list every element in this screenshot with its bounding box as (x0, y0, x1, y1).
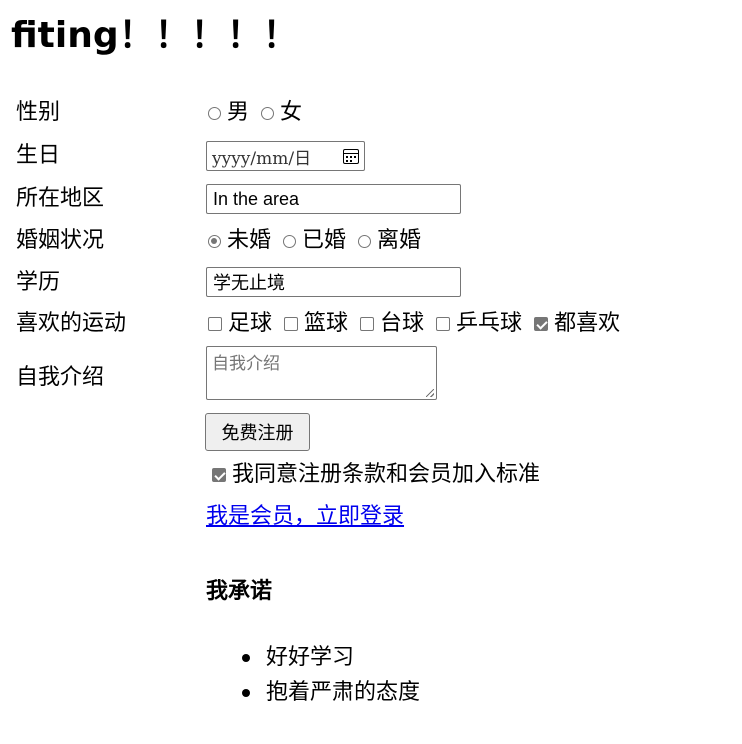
checkbox-icon[interactable] (360, 317, 375, 331)
radio-icon[interactable] (358, 234, 372, 248)
birthday-date-input[interactable]: yyyy/mm/日 (206, 141, 365, 171)
sport-football-label: 足球 (228, 311, 273, 336)
sport-billiards-label: 台球 (380, 311, 425, 336)
sports-label: 喜欢的运动 (16, 311, 127, 336)
sport-option-pingpong[interactable]: 乒乓球 (434, 310, 522, 338)
marital-married-label: 已婚 (302, 228, 347, 253)
checkbox-checked-icon[interactable] (212, 468, 226, 482)
agree-label: 我同意注册条款和会员加入标准 (232, 462, 541, 487)
education-label: 学历 (16, 270, 61, 295)
radio-icon[interactable] (208, 106, 221, 120)
education-field-wrap: 学无止境 (206, 267, 461, 297)
sports-group: 足球 篮球 台球 乒乓球 都喜欢 (206, 310, 630, 338)
intro-field-wrap: 自我介绍 (206, 346, 437, 400)
gender-male-label: 男 (227, 100, 250, 125)
sport-option-billiards[interactable]: 台球 (358, 310, 424, 338)
sport-option-basketball[interactable]: 篮球 (282, 310, 348, 338)
list-item: 抱着严肃的态度 (241, 675, 420, 710)
register-button[interactable]: 免费注册 (205, 413, 310, 451)
gender-female-label: 女 (280, 100, 303, 125)
intro-textarea[interactable]: 自我介绍 (206, 346, 437, 400)
gender-label: 性别 (16, 100, 61, 125)
marital-divorced-label: 离婚 (377, 228, 422, 253)
region-field-wrap: In the area (206, 184, 461, 214)
intro-label: 自我介绍 (16, 365, 105, 390)
gender-option-male[interactable]: 男 (206, 99, 249, 127)
gender-group: 男 女 (206, 99, 312, 127)
checkbox-icon[interactable] (284, 317, 299, 331)
intro-placeholder: 自我介绍 (212, 354, 280, 374)
page-title: fiting！！！！！ (11, 15, 299, 56)
agree-row: 我同意注册条款和会员加入标准 (210, 461, 550, 489)
marital-group: 未婚 已婚 离婚 (206, 227, 431, 255)
marital-option-married[interactable]: 已婚 (281, 227, 346, 255)
resize-handle-icon[interactable] (426, 389, 434, 397)
agree-checkbox-option[interactable]: 我同意注册条款和会员加入标准 (210, 461, 540, 489)
calendar-icon[interactable] (343, 148, 359, 164)
promise-list: 好好学习 抱着严肃的态度 (206, 640, 420, 710)
radio-icon[interactable] (261, 106, 275, 120)
education-input-value: 学无止境 (213, 273, 285, 293)
birthday-placeholder: yyyy/mm/日 (212, 148, 312, 169)
gender-option-female[interactable]: 女 (259, 99, 302, 127)
region-input[interactable]: In the area (206, 184, 461, 214)
region-input-value: In the area (213, 188, 300, 209)
member-login-link[interactable]: 我是会员，立即登录 (206, 502, 404, 532)
birthday-label: 生日 (16, 143, 61, 168)
promise-heading: 我承诺 (206, 578, 273, 604)
region-label: 所在地区 (16, 186, 105, 211)
marital-option-divorced[interactable]: 离婚 (356, 227, 421, 255)
sport-basketball-label: 篮球 (304, 311, 349, 336)
sport-option-all[interactable]: 都喜欢 (532, 310, 620, 338)
checkbox-checked-icon[interactable] (534, 317, 549, 331)
checkbox-icon[interactable] (436, 317, 451, 331)
radio-icon[interactable] (283, 234, 297, 248)
education-input[interactable]: 学无止境 (206, 267, 461, 297)
sport-pingpong-label: 乒乓球 (456, 311, 523, 336)
marital-single-label: 未婚 (227, 228, 272, 253)
radio-checked-icon[interactable] (208, 234, 221, 248)
sport-option-football[interactable]: 足球 (206, 310, 272, 338)
list-item: 好好学习 (241, 640, 420, 675)
sport-all-label: 都喜欢 (554, 311, 621, 336)
birthday-field-wrap: yyyy/mm/日 (206, 141, 365, 171)
checkbox-icon[interactable] (208, 317, 222, 331)
marital-option-single[interactable]: 未婚 (206, 227, 271, 255)
marital-label: 婚姻状况 (16, 228, 105, 253)
